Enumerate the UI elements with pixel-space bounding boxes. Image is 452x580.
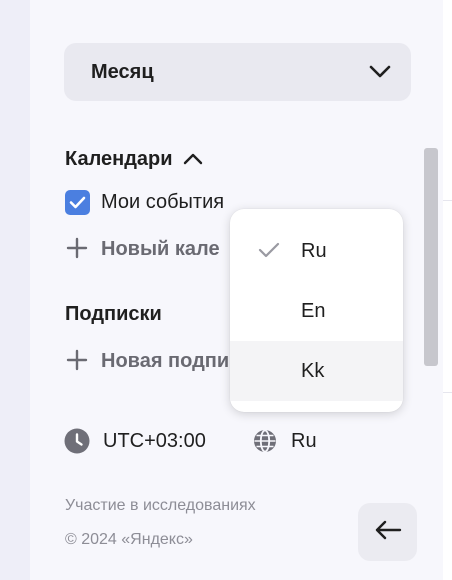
language-option-label: Kk	[301, 359, 325, 382]
arrow-left-icon	[374, 520, 402, 545]
calendars-title: Календари	[65, 148, 173, 170]
research-participation-link[interactable]: Участие в исследованиях	[65, 497, 256, 515]
left-background	[0, 0, 30, 580]
my-events-checkbox[interactable]	[65, 190, 90, 215]
chevron-down-icon	[369, 61, 391, 83]
grid-line	[443, 200, 452, 201]
language-option-label: En	[301, 299, 326, 322]
view-scope-select[interactable]: Месяц	[64, 43, 411, 101]
timezone-button[interactable]: UTC+03:00	[64, 428, 206, 454]
calendar-grid-edge	[443, 0, 452, 580]
calendars-header[interactable]: Календари	[65, 148, 203, 171]
new-subscription-button[interactable]: Новая подпи	[65, 349, 229, 374]
timezone-label: UTC+03:00	[103, 429, 206, 452]
language-label: Ru	[291, 429, 317, 452]
sidebar-scrollbar[interactable]	[424, 148, 438, 366]
check-icon	[258, 241, 280, 264]
collapse-sidebar-button[interactable]	[358, 503, 417, 561]
language-option-en[interactable]: En	[230, 281, 403, 341]
view-scope-value: Месяц	[91, 60, 154, 83]
subscriptions-title: Подписки	[65, 303, 162, 325]
new-calendar-label: Новый кале	[101, 238, 220, 260]
chevron-up-icon	[183, 148, 203, 171]
copyright-text: © 2024 «Яндекс»	[65, 531, 193, 548]
globe-icon	[252, 428, 278, 454]
new-subscription-label: Новая подпи	[101, 350, 230, 372]
language-option-label: Ru	[301, 239, 327, 262]
plus-icon	[65, 237, 89, 262]
language-button[interactable]: Ru	[252, 428, 317, 454]
clock-icon	[64, 428, 90, 454]
calendar-item-my-events[interactable]: Мои события	[65, 190, 224, 215]
language-menu: Ru En Kk	[230, 209, 403, 412]
new-calendar-button[interactable]: Новый кале	[65, 237, 220, 262]
language-option-kk[interactable]: Kk	[230, 341, 403, 401]
grid-line	[443, 392, 452, 393]
plus-icon	[65, 349, 89, 374]
calendar-item-label: Мои события	[101, 191, 225, 213]
language-option-ru[interactable]: Ru	[230, 221, 403, 281]
